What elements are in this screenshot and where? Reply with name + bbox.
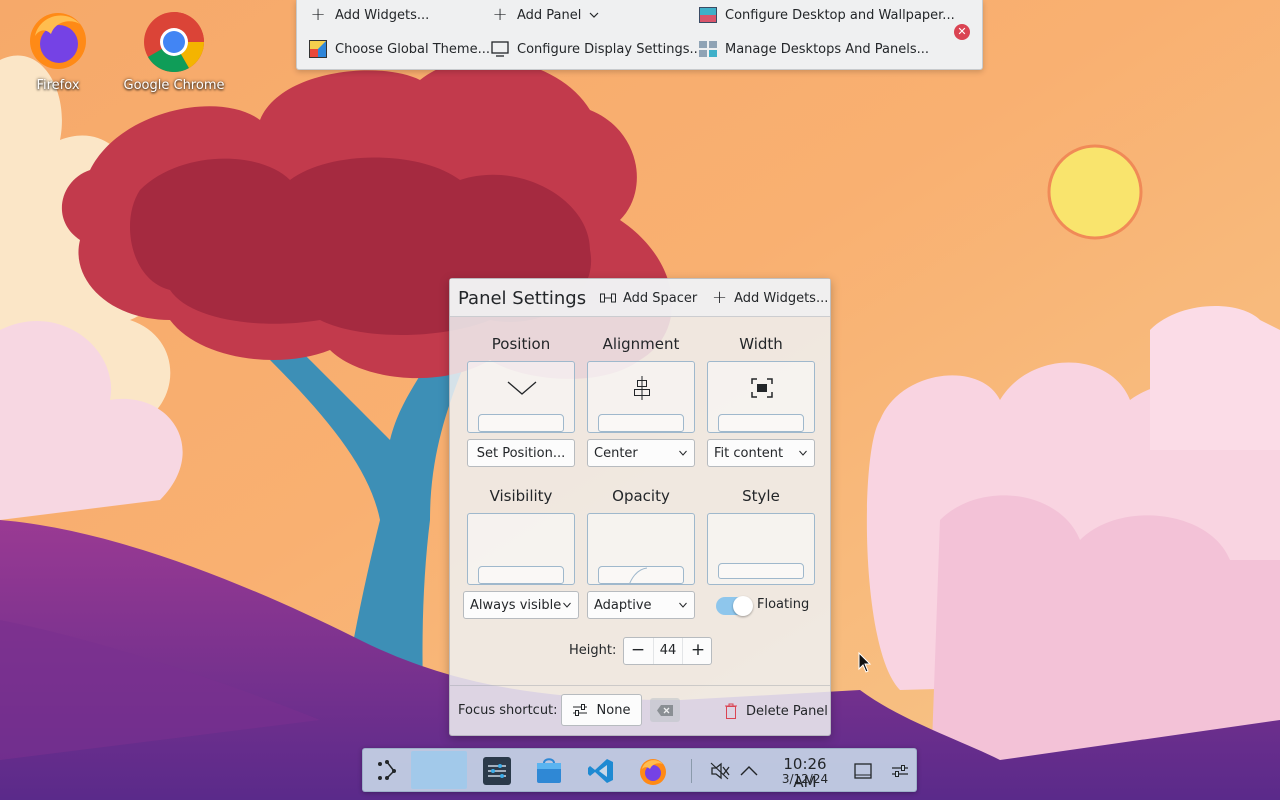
pager-icon[interactable] xyxy=(411,751,467,789)
increase-height-button[interactable]: + xyxy=(684,638,712,664)
style-preview[interactable] xyxy=(707,513,815,585)
configure-display-button[interactable]: Configure Display Settings... xyxy=(491,38,702,60)
visibility-select[interactable]: Always visible xyxy=(463,591,579,619)
app-launcher-icon[interactable] xyxy=(369,753,405,789)
panel-preview-bar xyxy=(718,563,804,579)
tray-separator xyxy=(691,759,692,783)
floating-toggle[interactable] xyxy=(716,596,753,616)
height-label: Height: xyxy=(569,643,617,658)
manage-desktops-button[interactable]: Manage Desktops And Panels... xyxy=(699,38,929,60)
opacity-title: Opacity xyxy=(612,487,670,505)
clear-shortcut-button[interactable] xyxy=(650,698,680,722)
add-widgets-button[interactable]: + Add Widgets... xyxy=(309,4,429,26)
visibility-title: Visibility xyxy=(489,487,553,505)
trash-icon xyxy=(725,703,737,719)
panel-settings-title: Panel Settings xyxy=(458,288,587,309)
wallpaper-icon xyxy=(699,6,717,24)
panel-preview-bar xyxy=(478,566,564,584)
decrease-height-button[interactable]: − xyxy=(624,638,652,664)
focus-shortcut-button[interactable]: None xyxy=(561,694,642,726)
chevron-down-icon xyxy=(589,12,599,18)
plus-icon: + xyxy=(712,287,728,308)
desktops-icon xyxy=(699,40,717,58)
tray-expand-icon[interactable] xyxy=(731,753,767,789)
floating-label: Floating xyxy=(757,597,810,612)
focus-shortcut-label: Focus shortcut: xyxy=(458,703,558,718)
position-preview[interactable] xyxy=(467,361,575,433)
desktop-icon-firefox[interactable]: Firefox xyxy=(3,6,113,93)
firefox-icon xyxy=(25,6,91,72)
alignment-title: Alignment xyxy=(602,335,680,353)
plus-icon: + xyxy=(310,4,326,25)
alignment-preview[interactable] xyxy=(587,361,695,433)
height-value[interactable]: 44 xyxy=(653,638,683,664)
desktop-icon-label: Firefox xyxy=(36,78,80,93)
width-preview[interactable] xyxy=(707,361,815,433)
taskbar-panel: 10:26 AM 3/12/24 xyxy=(362,748,917,792)
toggle-knob xyxy=(733,596,753,616)
fit-content-icon xyxy=(751,378,773,398)
width-title: Width xyxy=(739,335,783,353)
delete-panel-button[interactable]: Delete Panel xyxy=(724,701,828,721)
panel-preview-bar xyxy=(598,414,684,432)
chevron-down-icon xyxy=(799,450,807,456)
desktop-edit-toolbar: + Add Widgets... + Add Panel Configure D… xyxy=(296,0,983,70)
chrome-icon xyxy=(141,6,207,73)
shortcut-settings-icon xyxy=(572,704,587,716)
opacity-preview[interactable] xyxy=(587,513,695,585)
position-title: Position xyxy=(491,335,551,353)
panel-settings-header: Panel Settings Add Spacer + Add Widgets.… xyxy=(450,279,830,317)
discover-icon[interactable] xyxy=(531,753,567,789)
panel-settings-footer: Focus shortcut: None Delete Panel xyxy=(450,685,830,735)
backspace-icon xyxy=(657,704,673,716)
firefox-icon[interactable] xyxy=(635,753,671,789)
set-position-button[interactable]: Set Position... xyxy=(467,439,575,467)
alignment-select[interactable]: Center xyxy=(587,439,695,467)
mouse-cursor xyxy=(858,652,872,673)
visibility-preview[interactable] xyxy=(467,513,575,585)
add-panel-button[interactable]: + Add Panel xyxy=(491,4,599,26)
chevron-down-icon xyxy=(507,381,537,395)
panel-preview-bar xyxy=(598,566,684,584)
panel-preview-bar xyxy=(718,414,804,432)
chevron-down-icon xyxy=(679,450,687,456)
desktop-icon-google-chrome[interactable]: Google Chrome xyxy=(119,6,229,93)
desktop-icon-label: Google Chrome xyxy=(123,78,225,93)
add-widgets-button[interactable]: + Add Widgets... xyxy=(712,288,828,308)
style-title: Style xyxy=(742,487,780,505)
choose-global-theme-button[interactable]: Choose Global Theme... xyxy=(309,38,490,60)
panel-configure-icon[interactable] xyxy=(883,753,917,789)
panel-settings-dialog: Panel Settings Add Spacer + Add Widgets.… xyxy=(449,278,831,736)
vscode-icon[interactable] xyxy=(583,753,619,789)
monitor-icon xyxy=(491,40,509,58)
plus-icon: + xyxy=(492,4,508,25)
clock-date: 3/12/24 xyxy=(781,772,829,786)
panel-preview-bar xyxy=(478,414,564,432)
configure-desktop-button[interactable]: Configure Desktop and Wallpaper... xyxy=(699,4,955,26)
align-center-icon xyxy=(634,376,650,400)
add-spacer-button[interactable]: Add Spacer xyxy=(600,288,697,308)
show-desktop-icon[interactable] xyxy=(845,753,881,789)
opacity-select[interactable]: Adaptive xyxy=(587,591,695,619)
close-edit-mode-button[interactable]: ✕ xyxy=(954,24,970,40)
system-settings-icon[interactable] xyxy=(479,753,515,789)
width-select[interactable]: Fit content xyxy=(707,439,815,467)
theme-icon xyxy=(309,40,327,58)
chevron-down-icon xyxy=(679,602,687,608)
spacer-icon xyxy=(600,293,616,303)
height-spinbox[interactable]: − 44 + xyxy=(623,637,712,665)
chevron-down-icon xyxy=(563,602,571,608)
